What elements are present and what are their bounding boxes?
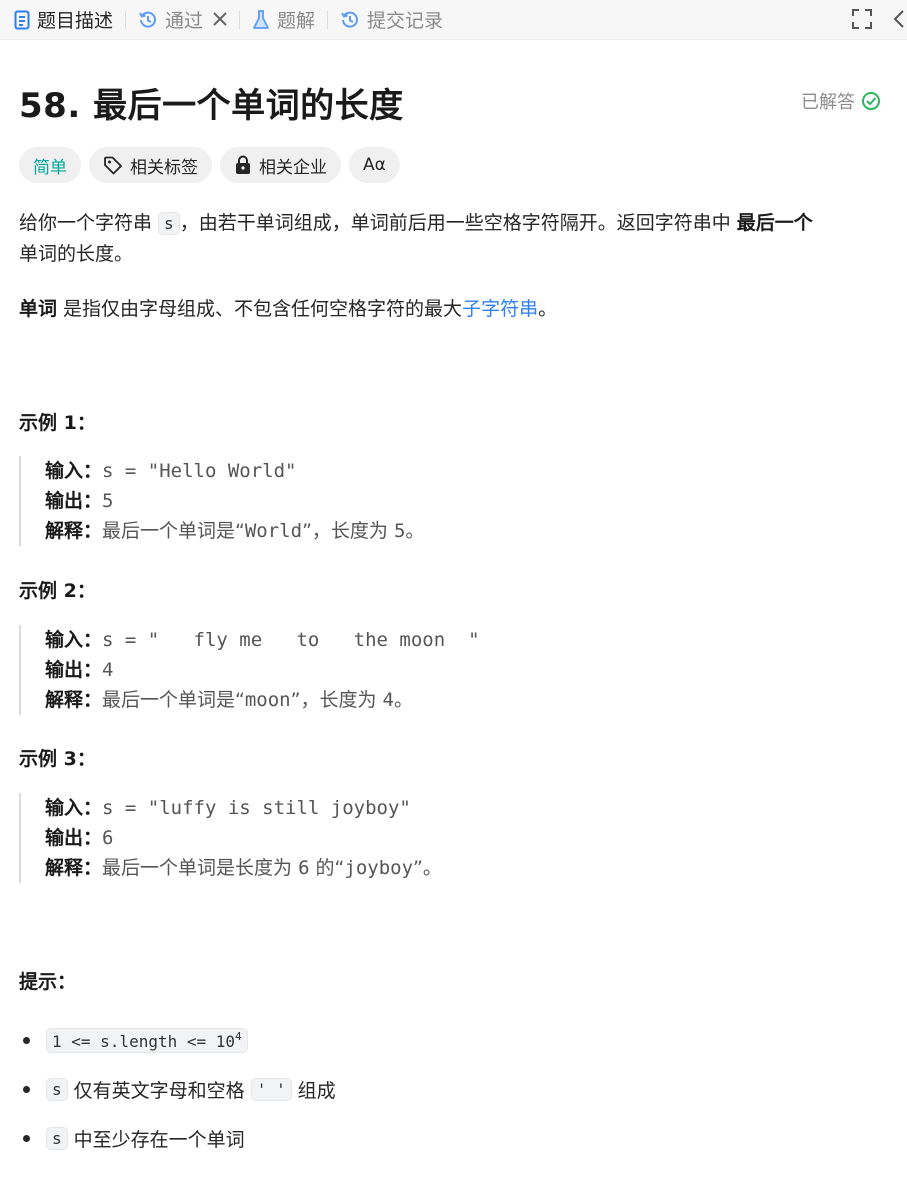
close-icon[interactable] <box>213 9 227 31</box>
tab-divider <box>327 10 329 29</box>
history-icon <box>340 10 360 30</box>
list-item: s 仅有英文字母和空格 ' ' 组成 <box>19 1065 336 1114</box>
example-heading: 示例 3： <box>19 748 96 770</box>
explain-label: 解释： <box>45 689 103 711</box>
bullet <box>23 1135 30 1142</box>
desc-text: ，由若干单词组成，单词前后用一些空格字符隔开。返回字符串中 <box>179 212 737 234</box>
explain-text: ”，长度为 <box>290 689 383 711</box>
explain-text: 。 <box>393 689 413 711</box>
explain-text: 最后一个单词是“ <box>102 689 245 711</box>
output-label: 输出： <box>45 659 103 681</box>
page-title: 58. 最后一个单词的长度 <box>19 86 404 126</box>
desc-text: 给你一个字符串 <box>19 212 159 234</box>
tab-description-label: 题目描述 <box>37 10 114 32</box>
tag-icon <box>103 155 123 175</box>
tab-submissions-label: 提交记录 <box>367 10 444 32</box>
companies-button[interactable]: 相关企业 <box>220 147 341 183</box>
explain-value: joyboy <box>344 857 414 879</box>
list-item: 1 <= s.length <= 104 <box>19 1016 336 1065</box>
bullet <box>23 1037 30 1044</box>
explain-value: moon <box>244 689 291 711</box>
desc-text: 。 <box>538 298 558 320</box>
substring-link[interactable]: 子字符串 <box>462 298 538 320</box>
tab-divider <box>125 10 127 29</box>
fullscreen-icon[interactable] <box>851 8 873 30</box>
example-block: 输入：s = "luffy is still joyboy" 输出：6 解释：最… <box>19 793 442 883</box>
example-heading: 示例 2： <box>19 580 96 602</box>
bullet <box>23 1086 30 1093</box>
desc-text: 是指仅由字母组成、不包含任何空格字符的最大 <box>57 298 463 320</box>
output-value: 6 <box>102 827 114 849</box>
explain-text: 最后一个单词是“ <box>102 520 245 542</box>
example-block: 输入：s = " fly me to the moon " 输出：4 解释：最后… <box>19 625 480 715</box>
tab-description[interactable]: 题目描述 <box>14 0 113 40</box>
definition-paragraph: 单词 是指仅由字母组成、不包含任何空格字符的最大子字符串。 <box>19 294 889 325</box>
solved-status-label: 已解答 <box>801 92 855 113</box>
hints-heading: 提示： <box>19 971 77 993</box>
exponent: 4 <box>235 1030 242 1043</box>
desc-bold: 单词 <box>19 298 58 320</box>
difficulty-badge: 简单 <box>19 147 81 183</box>
tab-solutions[interactable]: 题解 <box>252 0 315 40</box>
inline-code: s <box>46 1078 68 1101</box>
tab-passed[interactable]: 通过 <box>138 0 227 40</box>
explain-label: 解释： <box>45 520 103 542</box>
constraint-text: 组成 <box>291 1080 336 1102</box>
input-label: 输入： <box>45 629 103 651</box>
explain-text: ”，长度为 <box>302 520 394 542</box>
document-icon <box>14 10 30 30</box>
tags-button[interactable]: 相关标签 <box>89 147 212 183</box>
inline-code: s <box>46 1127 68 1150</box>
explain-value: 5 <box>393 520 406 542</box>
tags-label: 相关标签 <box>130 157 198 178</box>
input-value: s = " fly me to the moon " <box>102 629 480 651</box>
input-label: 输入： <box>45 797 103 819</box>
explain-label: 解释： <box>45 857 103 879</box>
description-paragraph: 给你一个字符串 s ，由若干单词组成，单词前后用一些空格字符隔开。返回字符串中 最… <box>19 208 889 270</box>
tab-divider <box>239 10 241 29</box>
output-value: 4 <box>102 659 114 681</box>
explain-text: ”。 <box>413 857 442 879</box>
input-label: 输入： <box>45 460 103 482</box>
inline-code: ' ' <box>250 1078 292 1101</box>
companies-label: 相关企业 <box>259 157 327 178</box>
lock-icon <box>234 155 252 175</box>
inline-code: 1 <= s.length <= 104 <box>46 1028 248 1053</box>
input-value: s = "Hello World" <box>102 460 297 482</box>
explain-text: 的“ <box>309 857 345 879</box>
desc-text: 单词的长度。 <box>19 243 134 265</box>
tab-submissions[interactable]: 提交记录 <box>340 0 443 40</box>
tab-bar: 题目描述 通过 题解 提交记录 <box>0 0 907 40</box>
example-block: 输入：s = "Hello World" 输出：5 解释：最后一个单词是“Wor… <box>19 456 424 546</box>
explain-value: 4 <box>382 689 394 711</box>
output-label: 输出： <box>45 827 103 849</box>
input-value: s = "luffy is still joyboy" <box>102 797 411 819</box>
flask-icon <box>252 9 270 30</box>
explain-value: World <box>244 520 303 542</box>
explain-text: 最后一个单词是长度为 <box>102 857 299 879</box>
constraints-list: 1 <= s.length <= 104 s 仅有英文字母和空格 ' ' 组成 … <box>19 1016 336 1163</box>
example-heading: 示例 1： <box>19 412 96 434</box>
explain-text: 。 <box>405 520 425 542</box>
list-item: s 中至少存在一个单词 <box>19 1114 336 1163</box>
constraint-text: 中至少存在一个单词 <box>67 1129 245 1151</box>
badge-row: 简单 相关标签 相关企业 Aα <box>19 147 400 183</box>
translate-icon: Aα <box>363 155 386 175</box>
tab-passed-label: 通过 <box>165 10 204 32</box>
explain-value: 6 <box>298 857 310 879</box>
translate-button[interactable]: Aα <box>349 147 400 183</box>
history-icon <box>138 10 158 30</box>
output-value: 5 <box>102 490 114 512</box>
inline-code: s <box>158 212 180 235</box>
chevron-left-icon[interactable] <box>893 8 905 30</box>
tab-solutions-label: 题解 <box>277 10 316 32</box>
constraint-code: 1 <= s.length <= 10 <box>52 1032 236 1051</box>
desc-bold: 最后一个 <box>736 212 813 234</box>
constraint-text: 仅有英文字母和空格 <box>67 1080 251 1102</box>
check-circle-icon <box>861 91 881 111</box>
solved-status: 已解答 <box>801 88 881 114</box>
output-label: 输出： <box>45 490 103 512</box>
